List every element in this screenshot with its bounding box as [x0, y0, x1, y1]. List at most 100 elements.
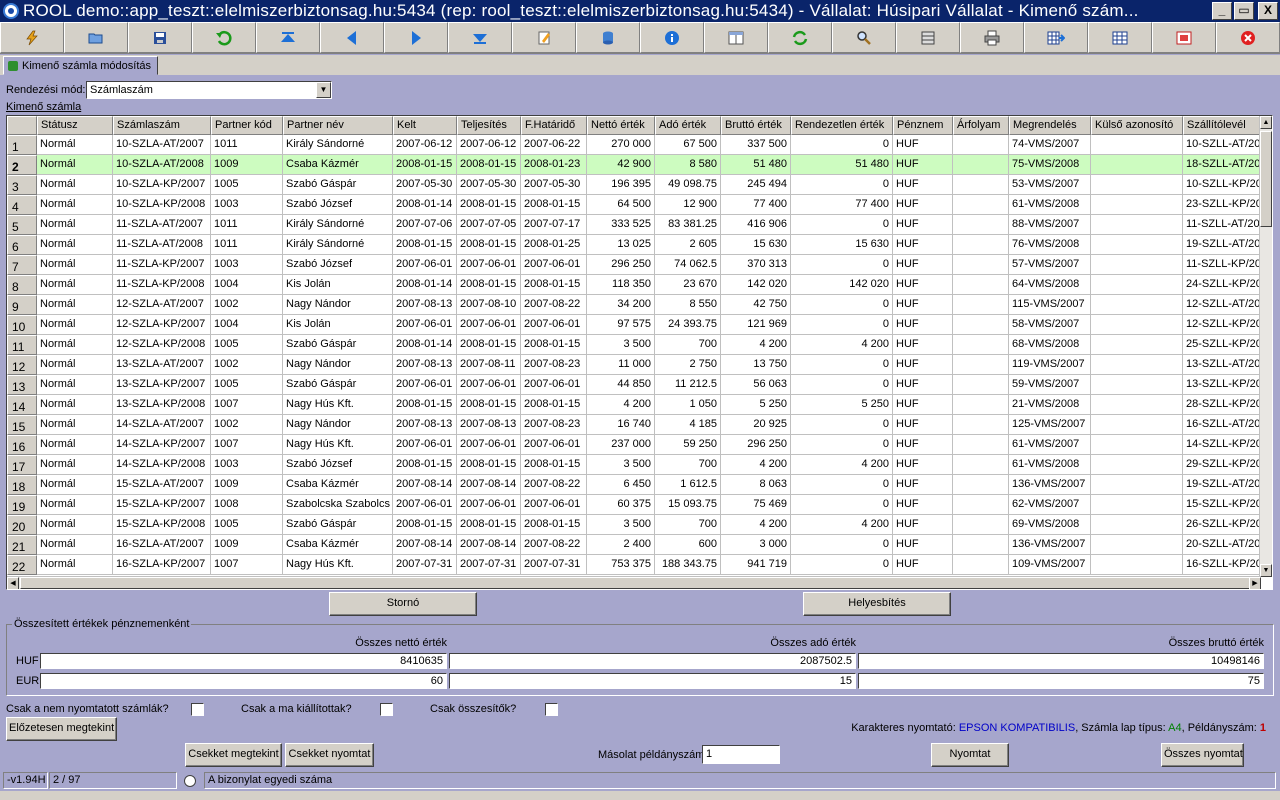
- column-header[interactable]: Rendezetlen érték: [791, 116, 893, 135]
- close-button[interactable]: X: [1258, 2, 1278, 20]
- preview-button[interactable]: Előzetesen megtekint: [6, 717, 117, 741]
- table-row[interactable]: 11 Normál 12-SZLA-KP/2008 1005 Szabó Gáspár 2…: [7, 335, 1261, 355]
- maximize-button[interactable]: ▭: [1234, 2, 1254, 20]
- chevron-down-icon[interactable]: ▼: [316, 82, 331, 98]
- unprinted-filter-checkbox[interactable]: [191, 703, 204, 716]
- table-row[interactable]: 20 Normál 15-SZLA-KP/2008 1005 Szabó Gáspár 2…: [7, 515, 1261, 535]
- row-number[interactable]: 21: [7, 535, 37, 555]
- toolbar-button-15[interactable]: [896, 22, 960, 53]
- table-row[interactable]: 3 Normál 10-SZLA-KP/2007 1005 Szabó Gáspár 20…: [7, 175, 1261, 195]
- row-number[interactable]: 2: [7, 155, 37, 175]
- column-header[interactable]: Bruttó érték: [721, 116, 791, 135]
- toolbar-button-4[interactable]: [192, 22, 256, 53]
- minimize-button[interactable]: _: [1212, 2, 1232, 20]
- row-number[interactable]: 15: [7, 415, 37, 435]
- toolbar-button-13[interactable]: [768, 22, 832, 53]
- toolbar-button-3[interactable]: [128, 22, 192, 53]
- row-number[interactable]: 10: [7, 315, 37, 335]
- row-number[interactable]: 18: [7, 475, 37, 495]
- vertical-scroll-thumb[interactable]: [1260, 131, 1272, 227]
- toolbar-button-19[interactable]: [1152, 22, 1216, 53]
- row-number[interactable]: 3: [7, 175, 37, 195]
- toolbar-button-9[interactable]: [512, 22, 576, 53]
- toolbar-button-1[interactable]: [0, 22, 64, 53]
- horizontal-scrollbar[interactable]: ◀ ▶: [7, 576, 1261, 589]
- table-row[interactable]: 18 Normál 15-SZLA-AT/2007 1009 Csaba Kázmér 2…: [7, 475, 1261, 495]
- print-button[interactable]: Nyomtat: [931, 743, 1009, 767]
- row-number[interactable]: 13: [7, 375, 37, 395]
- correction-button[interactable]: Helyesbítés: [803, 592, 951, 616]
- summaries-filter-checkbox[interactable]: [545, 703, 558, 716]
- row-number[interactable]: 7: [7, 255, 37, 275]
- toolbar-button-5[interactable]: [256, 22, 320, 53]
- row-number[interactable]: 1: [7, 135, 37, 155]
- today-filter-checkbox[interactable]: [380, 703, 393, 716]
- toolbar-button-10[interactable]: [576, 22, 640, 53]
- table-row[interactable]: 9 Normál 12-SZLA-AT/2007 1002 Nagy Nándor 200…: [7, 295, 1261, 315]
- table-row[interactable]: 4 Normál 10-SZLA-KP/2008 1003 Szabó József 20…: [7, 195, 1261, 215]
- table-row[interactable]: 12 Normál 13-SZLA-AT/2007 1002 Nagy Nándor 20…: [7, 355, 1261, 375]
- view-checks-button[interactable]: Csekket megtekint: [185, 743, 282, 767]
- column-header[interactable]: F.Határidő: [521, 116, 587, 135]
- table-row[interactable]: 1 Normál 10-SZLA-AT/2007 1011 Király Sándorn…: [7, 135, 1261, 155]
- column-header[interactable]: Árfolyam: [953, 116, 1009, 135]
- scroll-left-icon[interactable]: ◀: [7, 577, 19, 589]
- storno-button[interactable]: Stornó: [329, 592, 477, 616]
- toolbar-button-8[interactable]: [448, 22, 512, 53]
- horizontal-scroll-thumb[interactable]: [20, 577, 1252, 589]
- table-row[interactable]: 16 Normál 14-SZLA-KP/2007 1007 Nagy Hús Kft.…: [7, 435, 1261, 455]
- row-number[interactable]: 16: [7, 435, 37, 455]
- row-number[interactable]: 22: [7, 555, 37, 575]
- copy-count-input[interactable]: 1: [702, 745, 780, 764]
- print-checks-button[interactable]: Csekket nyomtat: [285, 743, 374, 767]
- toolbar-button-12[interactable]: [704, 22, 768, 53]
- column-header[interactable]: Szállítólevél: [1183, 116, 1261, 135]
- row-number[interactable]: 9: [7, 295, 37, 315]
- toolbar-button-6[interactable]: [320, 22, 384, 53]
- column-header[interactable]: Megrendelés: [1009, 116, 1091, 135]
- toolbar-button-14[interactable]: [832, 22, 896, 53]
- toolbar-button-20[interactable]: [1216, 22, 1280, 53]
- scroll-down-icon[interactable]: ▼: [1260, 564, 1272, 577]
- table-row[interactable]: 13 Normál 13-SZLA-KP/2007 1005 Szabó Gáspár 2…: [7, 375, 1261, 395]
- table-row[interactable]: 6 Normál 11-SZLA-AT/2008 1011 Király Sándorn…: [7, 235, 1261, 255]
- status-radio[interactable]: [184, 775, 196, 787]
- vertical-scrollbar[interactable]: ▲ ▼: [1259, 116, 1272, 577]
- table-row[interactable]: 15 Normál 14-SZLA-AT/2007 1002 Nagy Nándor 20…: [7, 415, 1261, 435]
- column-header[interactable]: Pénznem: [893, 116, 953, 135]
- table-row[interactable]: 8 Normál 11-SZLA-KP/2008 1004 Kis Jolán 2008-…: [7, 275, 1261, 295]
- column-header[interactable]: Nettó érték: [587, 116, 655, 135]
- row-number[interactable]: 6: [7, 235, 37, 255]
- table-row[interactable]: 19 Normál 15-SZLA-KP/2007 1008 Szabolcska Sz…: [7, 495, 1261, 515]
- table-row[interactable]: 5 Normál 11-SZLA-AT/2007 1011 Király Sándorn…: [7, 215, 1261, 235]
- toolbar-button-7[interactable]: [384, 22, 448, 53]
- scroll-up-icon[interactable]: ▲: [1260, 116, 1272, 129]
- table-row[interactable]: 10 Normál 12-SZLA-KP/2007 1004 Kis Jolán 2007…: [7, 315, 1261, 335]
- table-row[interactable]: 7 Normál 11-SZLA-KP/2007 1003 Szabó József 20…: [7, 255, 1261, 275]
- row-number[interactable]: 5: [7, 215, 37, 235]
- toolbar-button-11[interactable]: [640, 22, 704, 53]
- row-number[interactable]: 20: [7, 515, 37, 535]
- table-row[interactable]: 14 Normál 13-SZLA-KP/2008 1007 Nagy Hús Kft.…: [7, 395, 1261, 415]
- row-number[interactable]: 19: [7, 495, 37, 515]
- column-header[interactable]: Teljesítés: [457, 116, 521, 135]
- column-header[interactable]: Külső azonosító: [1091, 116, 1183, 135]
- table-row[interactable]: 21 Normál 16-SZLA-AT/2007 1009 Csaba Kázmér 2…: [7, 535, 1261, 555]
- toolbar-button-16[interactable]: [960, 22, 1024, 53]
- row-number[interactable]: 4: [7, 195, 37, 215]
- row-number[interactable]: 12: [7, 355, 37, 375]
- row-number[interactable]: 11: [7, 335, 37, 355]
- toolbar-button-17[interactable]: [1024, 22, 1088, 53]
- column-header[interactable]: Adó érték: [655, 116, 721, 135]
- column-header[interactable]: Kelt: [393, 116, 457, 135]
- column-header[interactable]: Számlaszám: [113, 116, 211, 135]
- tab-invoice-edit[interactable]: Kimenő számla módosítás: [3, 56, 158, 75]
- invoice-grid[interactable]: Státusz Számlaszám Partner kód Partner név K…: [6, 115, 1273, 590]
- row-number[interactable]: 14: [7, 395, 37, 415]
- table-row[interactable]: 17 Normál 14-SZLA-KP/2008 1003 Szabó József 2…: [7, 455, 1261, 475]
- column-header[interactable]: Státusz: [37, 116, 113, 135]
- row-number[interactable]: 8: [7, 275, 37, 295]
- table-row[interactable]: 2 Normál 10-SZLA-AT/2008 1009 Csaba Kázmér 20…: [7, 155, 1261, 175]
- table-row[interactable]: 22 Normál 16-SZLA-KP/2007 1007 Nagy Hús Kft.…: [7, 555, 1261, 575]
- row-number[interactable]: 17: [7, 455, 37, 475]
